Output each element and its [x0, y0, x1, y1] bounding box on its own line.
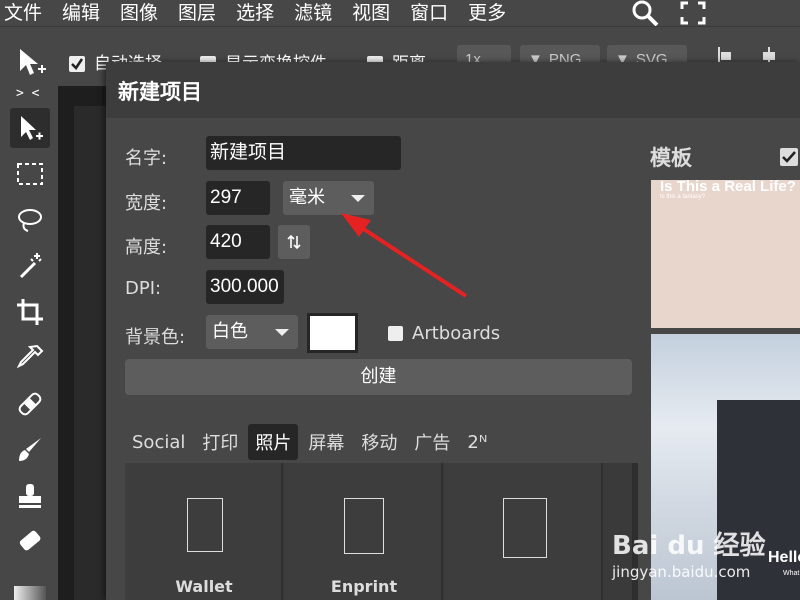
- chevron-down-icon: [275, 329, 289, 336]
- chevron-down-icon: [351, 195, 365, 202]
- preset-name: Wallet: [175, 577, 233, 596]
- background-select[interactable]: 白色: [206, 315, 298, 349]
- stamp-tool[interactable]: [10, 476, 50, 516]
- tab-print[interactable]: 打印: [195, 424, 245, 460]
- preset-item-3[interactable]: [445, 463, 603, 600]
- eyedropper-tool[interactable]: [10, 338, 50, 378]
- gradient-tool[interactable]: [14, 586, 46, 600]
- create-button[interactable]: 创建: [125, 359, 632, 395]
- bandage-icon: [18, 392, 42, 416]
- brush-tool[interactable]: [10, 430, 50, 470]
- watermark-brand: Bai du 经验: [612, 531, 766, 561]
- canvas-area: [58, 86, 106, 600]
- menu-file[interactable]: 文件: [4, 0, 42, 26]
- eyedropper-icon: [16, 344, 44, 369]
- menu-filter[interactable]: 滤镜: [294, 0, 332, 26]
- tab-screen[interactable]: 屏幕: [301, 424, 351, 460]
- marquee-icon: [17, 163, 43, 185]
- preset-name: Enprint: [330, 577, 398, 596]
- tab-mobile[interactable]: 移动: [354, 424, 404, 460]
- swap-dimensions-button[interactable]: [278, 225, 310, 259]
- menu-edit[interactable]: 编辑: [62, 0, 100, 26]
- tab-power-of-two[interactable]: 2ᴺ: [460, 427, 494, 458]
- menu-image[interactable]: 图像: [120, 0, 158, 26]
- templates-checkbox[interactable]: [780, 148, 798, 166]
- menu-select[interactable]: 选择: [236, 0, 274, 26]
- eraser-icon: [19, 530, 41, 551]
- move-tool-icon: [21, 116, 43, 140]
- baidu-watermark: Bai du 经验 jingyan.baidu.com: [612, 525, 800, 595]
- template-card-subtitle: Is this a fantasy?: [660, 194, 706, 200]
- eraser-tool[interactable]: [10, 522, 50, 562]
- menu-window[interactable]: 窗口: [410, 0, 448, 26]
- width-field[interactable]: 297: [206, 181, 270, 215]
- background-value: 白色: [212, 321, 248, 342]
- menu-bar: 文件 编辑 图像 图层 选择 滤镜 视图 窗口 更多: [0, 0, 800, 26]
- name-label: 名字:: [125, 148, 168, 169]
- preset-tabs: Social 打印 照片 屏幕 移动 广告 2ᴺ: [125, 424, 497, 460]
- move-tool[interactable]: [10, 108, 50, 148]
- auto-select-checkbox[interactable]: [69, 56, 85, 72]
- background-label: 背景色:: [125, 327, 186, 348]
- dialog-header: 新建项目: [106, 62, 800, 118]
- crop-tool[interactable]: [10, 292, 50, 332]
- menu-view[interactable]: 视图: [352, 0, 390, 26]
- height-field[interactable]: 420: [206, 225, 270, 259]
- magic-wand-tool[interactable]: [10, 246, 50, 286]
- fullscreen-icon[interactable]: [680, 0, 706, 26]
- lasso-icon: [18, 209, 42, 232]
- portrait-shape-icon: [503, 498, 547, 558]
- background-color-swatch[interactable]: [307, 313, 358, 353]
- stamp-icon: [19, 484, 41, 508]
- marquee-tool[interactable]: [10, 154, 50, 194]
- swap-icon: [287, 234, 301, 250]
- tool-panel: > <: [0, 86, 58, 600]
- tab-photo[interactable]: 照片: [248, 424, 299, 460]
- watermark-url: jingyan.baidu.com: [612, 563, 751, 581]
- artboards-label: Artboards: [412, 323, 501, 344]
- tab-ads[interactable]: 广告: [407, 424, 457, 460]
- height-label: 高度:: [125, 237, 168, 258]
- preset-item-wallet[interactable]: Wallet: [125, 463, 283, 600]
- healing-tool[interactable]: [10, 384, 50, 424]
- tab-social[interactable]: Social: [125, 427, 192, 458]
- move-arrow-icon: [16, 47, 48, 84]
- preset-item-enprint[interactable]: Enprint: [285, 463, 443, 600]
- width-label: 宽度:: [125, 193, 168, 214]
- dpi-label: DPI:: [125, 278, 162, 299]
- template-card-title: Is This a Real Life?: [660, 180, 796, 195]
- name-field[interactable]: 新建项目: [206, 136, 401, 170]
- unit-value: 毫米: [289, 187, 325, 208]
- portrait-shape-icon: [187, 498, 223, 552]
- new-project-dialog: 新建项目 名字: 新建项目 宽度: 297 毫米 高度: 420 DPI: 30…: [106, 62, 800, 600]
- artboards-checkbox[interactable]: [388, 326, 403, 341]
- portrait-shape-icon: [344, 498, 384, 554]
- magic-wand-icon: [19, 253, 42, 279]
- unit-select[interactable]: 毫米: [283, 181, 374, 215]
- panel-collapse-toggle[interactable]: > <: [16, 86, 39, 101]
- dpi-field[interactable]: 300.000: [206, 270, 284, 304]
- menu-layer[interactable]: 图层: [178, 0, 216, 26]
- templates-title: 模板: [650, 146, 692, 170]
- lasso-tool[interactable]: [10, 200, 50, 240]
- menu-more[interactable]: 更多: [468, 0, 506, 26]
- brush-icon: [19, 438, 41, 461]
- crop-icon: [17, 299, 43, 325]
- preset-grid: Wallet Enprint: [125, 463, 632, 600]
- search-icon[interactable]: [630, 0, 660, 26]
- template-card[interactable]: Is This a Real Life? Is this a fantasy?: [651, 180, 800, 328]
- dialog-title: 新建项目: [118, 80, 202, 104]
